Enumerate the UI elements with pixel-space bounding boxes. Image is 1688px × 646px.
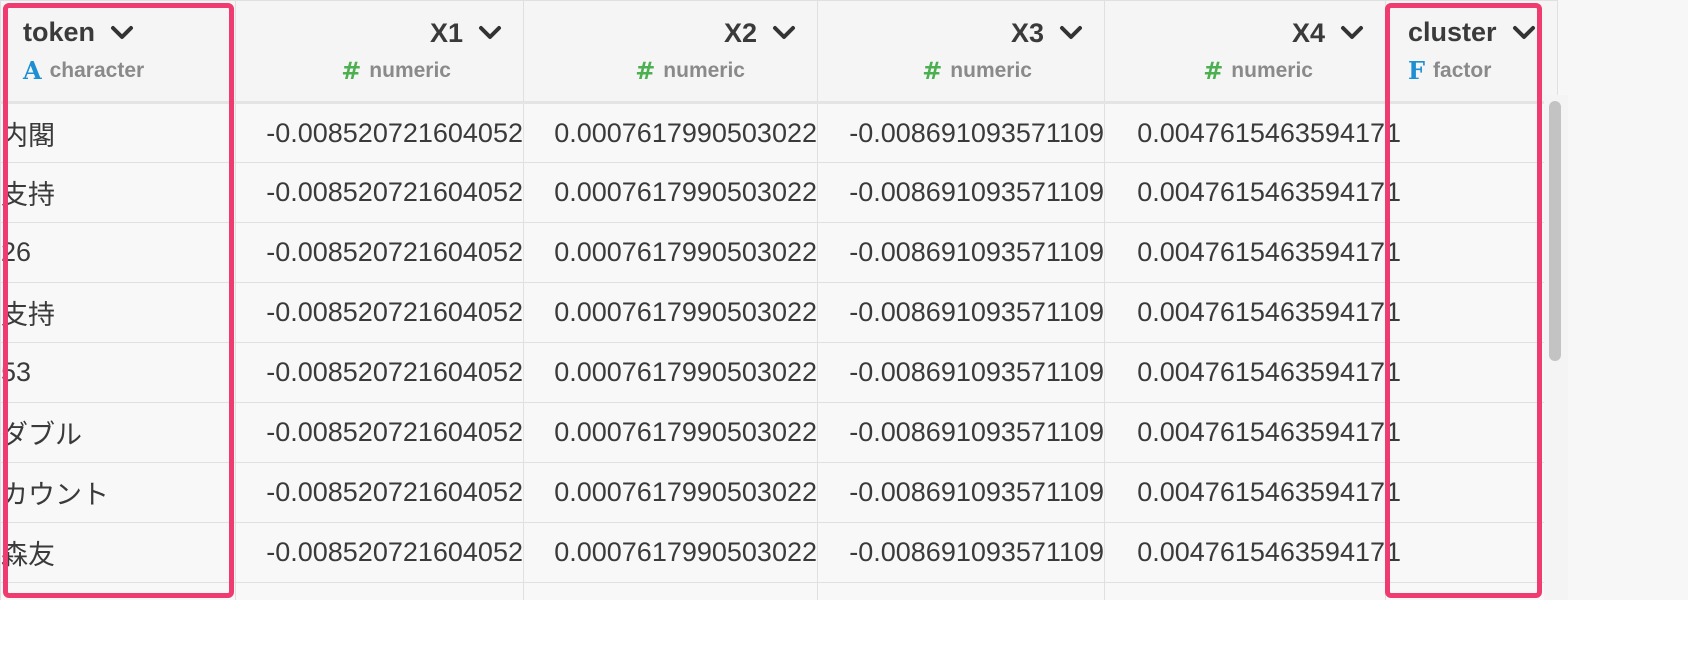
cell-token[interactable]: 森友 <box>0 522 236 583</box>
cell-x3[interactable]: -0.008691093571109 <box>817 162 1105 223</box>
cell-x4[interactable]: 0.004761546359417 <box>1104 402 1386 463</box>
cell-x2[interactable]: 0.0007617990503022 <box>523 162 818 223</box>
column-type: numeric <box>663 58 745 82</box>
column-type: numeric <box>950 58 1032 82</box>
column-header-x4[interactable]: X4 # numeric <box>1104 0 1386 104</box>
data-table: token A character X1 # numeric X2 # nume… <box>0 0 1558 643</box>
cell-cluster[interactable]: 1 <box>1385 222 1558 283</box>
cell-x3[interactable]: -0.008691093571109 <box>817 102 1105 163</box>
cell-x3[interactable]: -0.008691093571109 <box>817 222 1105 283</box>
column-name: cluster <box>1408 17 1497 47</box>
column-header-token[interactable]: token A character <box>0 0 236 104</box>
numeric-type-icon: # <box>922 56 943 85</box>
chevron-down-icon[interactable] <box>109 24 135 42</box>
column-name: X4 <box>1291 17 1325 48</box>
vertical-scrollbar[interactable] <box>1544 95 1568 600</box>
cell-cluster[interactable]: 1 <box>1385 282 1558 343</box>
cell-cluster[interactable]: 1 <box>1385 522 1558 583</box>
header-row: token A character X1 # numeric X2 # nume… <box>0 0 1558 104</box>
cell-x1[interactable]: -0.008520721604052 <box>235 462 524 523</box>
chevron-down-icon[interactable] <box>1339 24 1365 42</box>
cell-x3[interactable]: -0.008691093571109 <box>817 462 1105 523</box>
table-row[interactable]: 支持 -0.008520721604052 0.0007617990503022 -0… <box>0 162 1558 223</box>
cell-x4[interactable]: 0.004761546359417 <box>1104 462 1386 523</box>
cell-token[interactable]: カウント <box>0 462 236 523</box>
cell-cluster[interactable]: 1 <box>1385 402 1558 463</box>
column-header-x1[interactable]: X1 # numeric <box>235 0 524 104</box>
cell-x2[interactable]: 0.0007617990503022 <box>523 222 818 283</box>
column-name: X1 <box>429 17 463 48</box>
table-row[interactable]: 53 -0.008520721604052 0.0007617990503022 -0… <box>0 342 1558 403</box>
column-type: character <box>49 58 145 82</box>
chevron-down-icon[interactable] <box>1058 24 1084 42</box>
table-body: 内閣 -0.008520721604052 0.0007617990503022 -0… <box>0 102 1558 643</box>
cell-x3[interactable]: -0.008691093571109 <box>817 282 1105 343</box>
column-type: factor <box>1433 58 1492 82</box>
chevron-down-icon[interactable] <box>1511 24 1537 42</box>
table-row[interactable]: 支持 -0.008520721604052 0.0007617990503022 -0… <box>0 282 1558 343</box>
cell-x4[interactable]: 0.004761546359417 <box>1104 282 1386 343</box>
cell-x4[interactable]: 0.004761546359417 <box>1104 222 1386 283</box>
cell-token[interactable]: 支持 <box>0 282 236 343</box>
cell-cluster[interactable]: 1 <box>1385 342 1558 403</box>
cell-cluster[interactable]: 1 <box>1385 102 1558 163</box>
cell-x1[interactable]: -0.008520721604052 <box>235 522 524 583</box>
cell-x1[interactable]: -0.008520721604052 <box>235 102 524 163</box>
numeric-type-icon: # <box>635 56 656 85</box>
cell-x4[interactable]: 0.004761546359417 <box>1104 162 1386 223</box>
chevron-down-icon[interactable] <box>477 24 503 42</box>
cell-x2[interactable]: 0.0007617990503022 <box>523 522 818 583</box>
column-name: token <box>23 17 96 47</box>
table-row[interactable]: カウント -0.008520721604052 0.0007617990503022… <box>0 462 1558 523</box>
numeric-type-icon: # <box>341 56 362 85</box>
cell-token[interactable]: 26 <box>0 222 236 283</box>
cell-x2[interactable]: 0.0007617990503022 <box>523 462 818 523</box>
chevron-down-icon[interactable] <box>771 24 797 42</box>
cell-token[interactable]: 53 <box>0 342 236 403</box>
cell-x3[interactable]: -0.008691093571109 <box>817 342 1105 403</box>
numeric-type-icon: # <box>1203 56 1224 85</box>
character-type-icon: A <box>23 56 42 85</box>
cell-x2[interactable]: 0.0007617990503022 <box>523 102 818 163</box>
column-name: X3 <box>1010 17 1044 48</box>
factor-type-icon: F <box>1408 56 1426 85</box>
cell-token[interactable]: ダブル <box>0 402 236 463</box>
table-row[interactable]: 26 -0.008520721604052 0.0007617990503022 -0… <box>0 222 1558 283</box>
cell-x4[interactable]: 0.004761546359417 <box>1104 342 1386 403</box>
data-grid: token A character X1 # numeric X2 # nume… <box>0 0 1688 646</box>
cell-x3[interactable]: -0.008691093571109 <box>817 402 1105 463</box>
table-row[interactable]: 森友 -0.008520721604052 0.0007617990503022 -0… <box>0 522 1558 583</box>
cell-cluster[interactable]: 1 <box>1385 462 1558 523</box>
cell-x1[interactable]: -0.008520721604052 <box>235 222 524 283</box>
cell-cluster[interactable]: 1 <box>1385 162 1558 223</box>
table-row[interactable]: ダブル -0.008520721604052 0.0007617990503022-… <box>0 402 1558 463</box>
page-background <box>0 600 1688 646</box>
column-type: numeric <box>369 58 451 82</box>
cell-token[interactable]: 内閣 <box>0 102 236 163</box>
cell-x4[interactable]: 0.004761546359417 <box>1104 102 1386 163</box>
cell-token[interactable]: 支持 <box>0 162 236 223</box>
column-name: X2 <box>723 17 757 48</box>
table-row[interactable]: 内閣 -0.008520721604052 0.0007617990503022 -0… <box>0 102 1558 163</box>
cell-x4[interactable]: 0.004761546359417 <box>1104 522 1386 583</box>
column-header-x2[interactable]: X2 # numeric <box>523 0 818 104</box>
column-header-x3[interactable]: X3 # numeric <box>817 0 1105 104</box>
cell-x2[interactable]: 0.0007617990503022 <box>523 282 818 343</box>
cell-x1[interactable]: -0.008520721604052 <box>235 162 524 223</box>
column-header-cluster[interactable]: cluster F factor <box>1385 0 1558 104</box>
cell-x1[interactable]: -0.008520721604052 <box>235 282 524 343</box>
scrollbar-thumb[interactable] <box>1549 101 1561 361</box>
cell-x2[interactable]: 0.0007617990503022 <box>523 342 818 403</box>
cell-x1[interactable]: -0.008520721604052 <box>235 402 524 463</box>
column-type: numeric <box>1231 58 1313 82</box>
cell-x1[interactable]: -0.008520721604052 <box>235 342 524 403</box>
cell-x3[interactable]: -0.008691093571109 <box>817 522 1105 583</box>
cell-x2[interactable]: 0.0007617990503022 <box>523 402 818 463</box>
